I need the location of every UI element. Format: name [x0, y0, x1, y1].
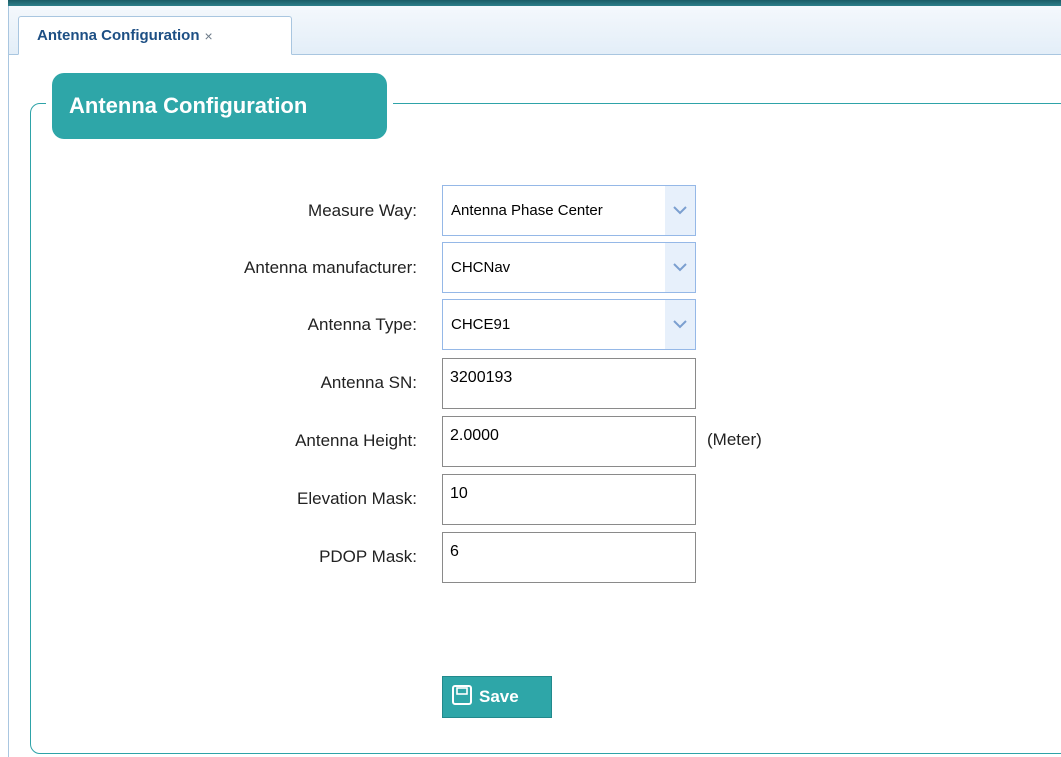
close-icon[interactable]: ×	[204, 28, 212, 44]
chevron-down-icon[interactable]	[665, 300, 695, 349]
antenna-sn-input[interactable]	[442, 358, 696, 409]
antenna-type-select[interactable]: CHCE91	[442, 299, 696, 350]
pdop-mask-label: PDOP Mask:	[319, 547, 417, 566]
measure-way-select[interactable]: Antenna Phase Center	[442, 185, 696, 236]
antenna-type-value: CHCE91	[451, 316, 511, 333]
antenna-height-input[interactable]	[442, 416, 696, 467]
chevron-down-icon[interactable]	[665, 186, 695, 235]
tab-antenna-configuration[interactable]: Antenna Configuration ×	[18, 16, 292, 55]
measure-way-label: Measure Way:	[308, 201, 417, 220]
antenna-height-unit: (Meter)	[707, 430, 762, 449]
antenna-height-label: Antenna Height:	[295, 431, 417, 450]
save-icon	[451, 684, 473, 711]
panel-title: Antenna Configuration	[69, 93, 308, 118]
measure-way-value: Antenna Phase Center	[451, 202, 603, 219]
antenna-sn-label: Antenna SN:	[320, 373, 417, 392]
antenna-manufacturer-label: Antenna manufacturer:	[244, 258, 417, 277]
antenna-manufacturer-select[interactable]: CHCNav	[442, 242, 696, 293]
tab-title: Antenna Configuration	[37, 27, 200, 44]
save-button[interactable]: Save	[442, 676, 552, 718]
elevation-mask-label: Elevation Mask:	[297, 489, 417, 508]
panel-header: Antenna Configuration	[52, 73, 387, 139]
antenna-manufacturer-value: CHCNav	[451, 259, 511, 276]
elevation-mask-input[interactable]	[442, 474, 696, 525]
chevron-down-icon[interactable]	[665, 243, 695, 292]
save-label: Save	[479, 687, 519, 706]
antenna-type-label: Antenna Type:	[307, 315, 417, 334]
left-border	[8, 6, 9, 757]
pdop-mask-input[interactable]	[442, 532, 696, 583]
